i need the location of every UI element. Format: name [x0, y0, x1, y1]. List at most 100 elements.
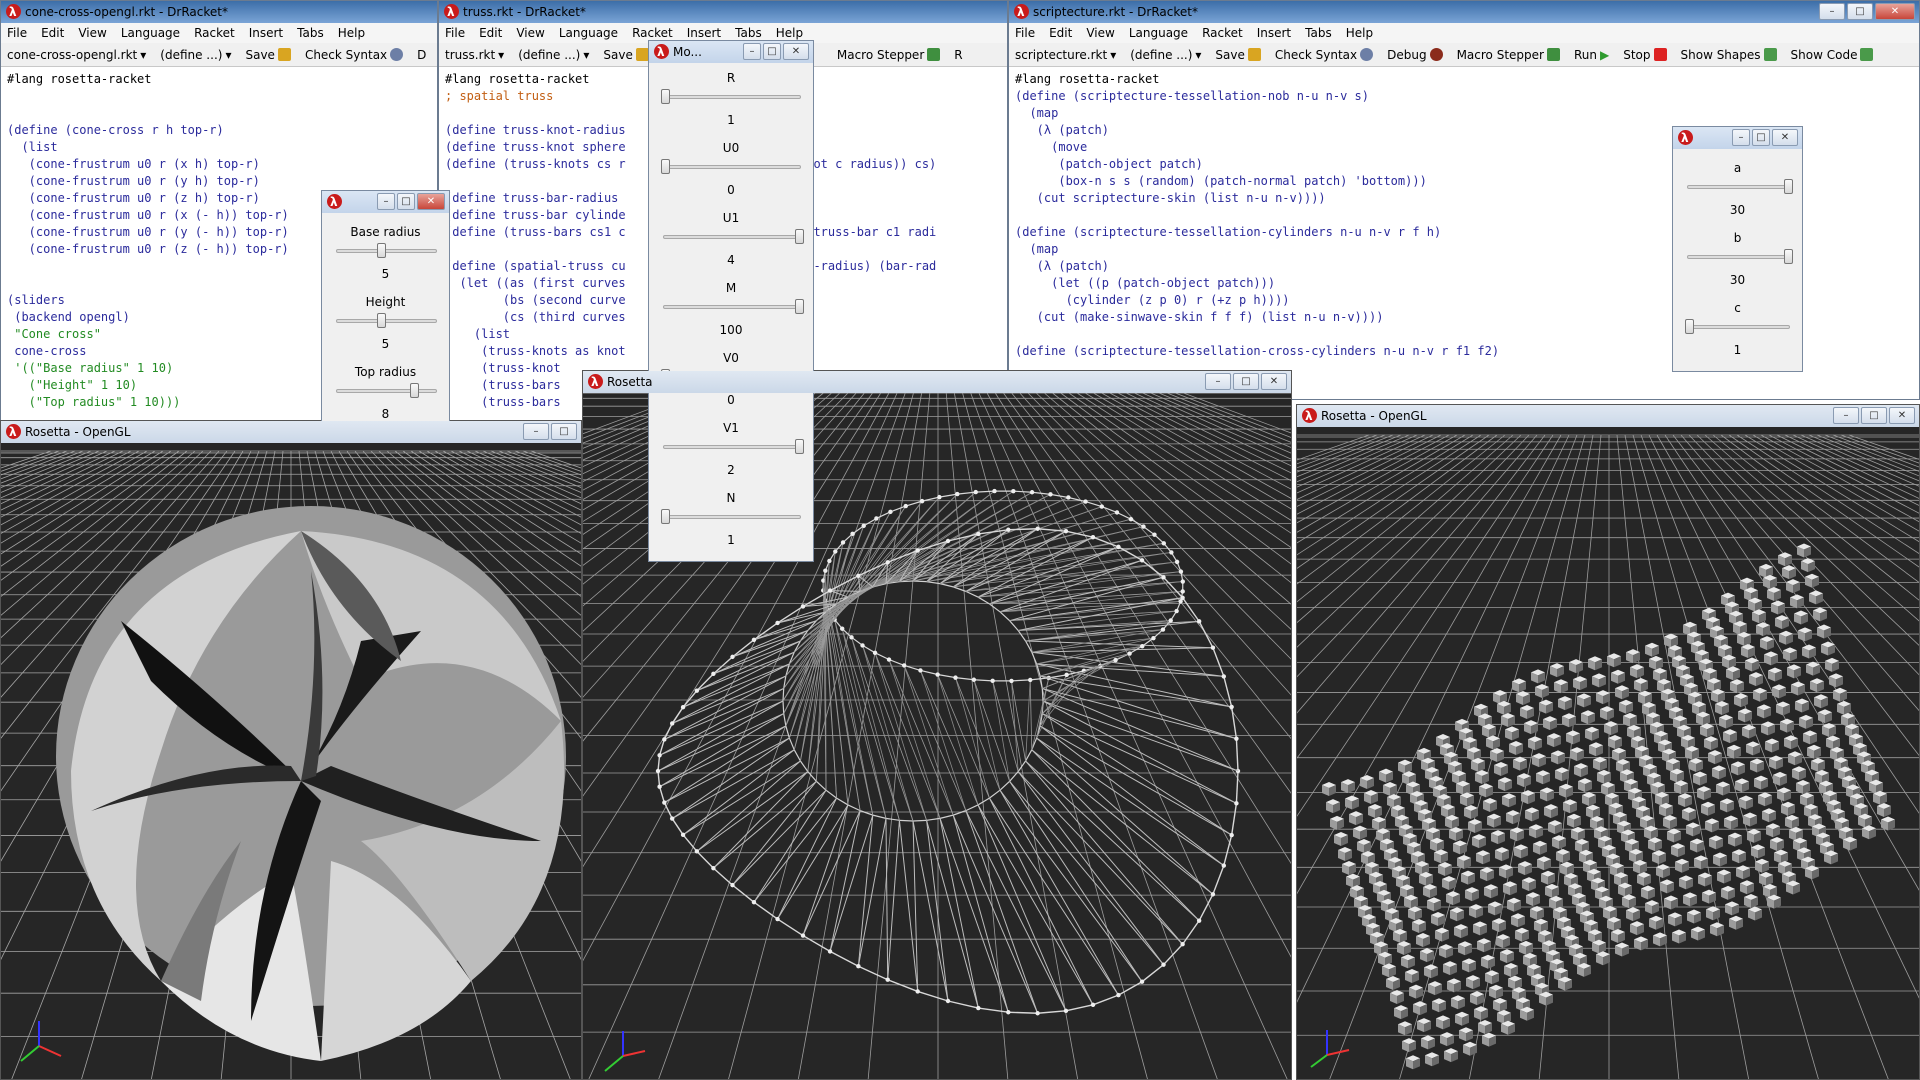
- slider-thumb[interactable]: [661, 89, 670, 104]
- close-button[interactable]: ✕: [1875, 3, 1915, 20]
- maximize-button[interactable]: □: [1233, 373, 1259, 390]
- slider-value: 4: [727, 253, 735, 267]
- slider-label: R: [726, 71, 736, 85]
- menu-item-edit[interactable]: Edit: [41, 23, 64, 43]
- slider-value: 5: [381, 337, 390, 351]
- close-button[interactable]: ✕: [1261, 373, 1287, 390]
- title-bar[interactable]: Rosetta –□✕: [583, 371, 1291, 393]
- menu-item-help[interactable]: Help: [1346, 23, 1373, 43]
- code-line: #lang rosetta-racket: [1015, 72, 1160, 86]
- maximize-button[interactable]: □: [1861, 407, 1887, 424]
- maximize-button[interactable]: □: [1752, 129, 1770, 146]
- slider-thumb[interactable]: [795, 229, 804, 244]
- menu-item-edit[interactable]: Edit: [1049, 23, 1072, 43]
- run-button[interactable]: Run ▶: [1574, 43, 1609, 66]
- slider-track[interactable]: [1687, 325, 1790, 329]
- check-syntax-button[interactable]: Check Syntax: [1275, 43, 1374, 66]
- define-dropdown[interactable]: (define ...) ▾: [160, 43, 231, 66]
- debug-button[interactable]: D: [417, 43, 426, 66]
- minimize-button[interactable]: –: [1833, 407, 1859, 424]
- file-dropdown[interactable]: truss.rkt ▾: [445, 43, 504, 66]
- menu-item-view[interactable]: View: [1086, 23, 1114, 43]
- stop-button[interactable]: Stop: [1623, 43, 1667, 66]
- slider-thumb[interactable]: [661, 159, 670, 174]
- opengl-window-scriptecture[interactable]: Rosetta - OpenGL –□✕: [1296, 404, 1920, 1080]
- define-dropdown[interactable]: (define ...) ▾: [1130, 43, 1201, 66]
- define-dropdown[interactable]: (define ...) ▾: [518, 43, 589, 66]
- menu-item-tabs[interactable]: Tabs: [1305, 23, 1332, 43]
- menu-item-help[interactable]: Help: [338, 23, 365, 43]
- menu-item-edit[interactable]: Edit: [479, 23, 502, 43]
- title-bar[interactable]: –□✕: [322, 191, 449, 213]
- slider-thumb[interactable]: [376, 313, 386, 328]
- minimize-button[interactable]: –: [377, 193, 395, 210]
- title-bar[interactable]: Mo... –□✕: [649, 41, 813, 63]
- slider-track[interactable]: [663, 515, 801, 519]
- menu-item-view[interactable]: View: [516, 23, 544, 43]
- slider-track[interactable]: [663, 445, 801, 449]
- opengl-window-cone[interactable]: Rosetta - OpenGL –□: [0, 420, 582, 1080]
- close-button[interactable]: ✕: [1772, 129, 1798, 146]
- slider-thumb[interactable]: [795, 439, 804, 454]
- save-button[interactable]: Save: [1215, 43, 1261, 66]
- slider-thumb[interactable]: [1784, 249, 1793, 264]
- menu-item-file[interactable]: File: [1015, 23, 1035, 43]
- maximize-button[interactable]: □: [1847, 3, 1873, 20]
- title-bar[interactable]: –□✕: [1673, 127, 1802, 149]
- slider-thumb[interactable]: [795, 299, 804, 314]
- close-button[interactable]: ✕: [417, 193, 445, 210]
- menu-item-insert[interactable]: Insert: [249, 23, 283, 43]
- maximize-button[interactable]: □: [551, 423, 577, 440]
- maximize-button[interactable]: □: [397, 193, 415, 210]
- debug-button[interactable]: Debug: [1387, 43, 1443, 66]
- minimize-button[interactable]: –: [743, 43, 761, 60]
- menu-item-file[interactable]: File: [445, 23, 465, 43]
- file-dropdown[interactable]: scriptecture.rkt ▾: [1015, 43, 1116, 66]
- save-button[interactable]: Save: [245, 43, 291, 66]
- slider-track[interactable]: [663, 235, 801, 239]
- slider-track[interactable]: [663, 95, 801, 99]
- run-button[interactable]: R: [954, 43, 962, 66]
- slider-thumb[interactable]: [409, 383, 419, 398]
- menu-item-tabs[interactable]: Tabs: [297, 23, 324, 43]
- minimize-button[interactable]: –: [1819, 3, 1845, 20]
- slider-track[interactable]: [336, 249, 437, 253]
- menu-item-language[interactable]: Language: [121, 23, 180, 43]
- show-shapes-button[interactable]: Show Shapes: [1681, 43, 1777, 66]
- maximize-button[interactable]: □: [763, 43, 781, 60]
- menu-item-insert[interactable]: Insert: [1257, 23, 1291, 43]
- title-bar[interactable]: Rosetta - OpenGL –□✕: [1297, 405, 1919, 427]
- check-syntax-button[interactable]: Check Syntax: [305, 43, 404, 66]
- slider-track[interactable]: [1687, 255, 1790, 259]
- minimize-button[interactable]: –: [523, 423, 549, 440]
- save-button[interactable]: Save: [603, 43, 649, 66]
- slider-thumb[interactable]: [376, 243, 386, 258]
- menu-item-view[interactable]: View: [78, 23, 106, 43]
- slider-thumb[interactable]: [661, 509, 670, 524]
- menu-item-racket[interactable]: Racket: [1202, 23, 1243, 43]
- title-bar[interactable]: scriptecture.rkt - DrRacket* –□✕: [1009, 1, 1919, 23]
- menu-item-language[interactable]: Language: [1129, 23, 1188, 43]
- close-button[interactable]: ✕: [1889, 407, 1915, 424]
- racket-icon: [654, 44, 669, 59]
- menu-item-racket[interactable]: Racket: [194, 23, 235, 43]
- macro-stepper-button[interactable]: Macro Stepper: [1457, 43, 1560, 66]
- slider-track[interactable]: [663, 305, 801, 309]
- slider-thumb[interactable]: [1685, 319, 1694, 334]
- slider-track[interactable]: [1687, 185, 1790, 189]
- file-dropdown[interactable]: cone-cross-opengl.rkt ▾: [7, 43, 146, 66]
- close-button[interactable]: ✕: [783, 43, 809, 60]
- title-bar[interactable]: truss.rkt - DrRacket*: [439, 1, 1007, 23]
- menu-item-language[interactable]: Language: [559, 23, 618, 43]
- show-code-button[interactable]: Show Code: [1791, 43, 1874, 66]
- slider-thumb[interactable]: [1784, 179, 1793, 194]
- slider-track[interactable]: [663, 165, 801, 169]
- title-bar[interactable]: Rosetta - OpenGL –□: [1, 421, 581, 443]
- macro-stepper-button[interactable]: Macro Stepper: [837, 43, 941, 66]
- minimize-button[interactable]: –: [1205, 373, 1231, 390]
- slider-track[interactable]: [336, 389, 437, 393]
- minimize-button[interactable]: –: [1732, 129, 1750, 146]
- menu-item-file[interactable]: File: [7, 23, 27, 43]
- slider-track[interactable]: [336, 319, 437, 323]
- title-bar[interactable]: cone-cross-opengl.rkt - DrRacket*: [1, 1, 437, 23]
